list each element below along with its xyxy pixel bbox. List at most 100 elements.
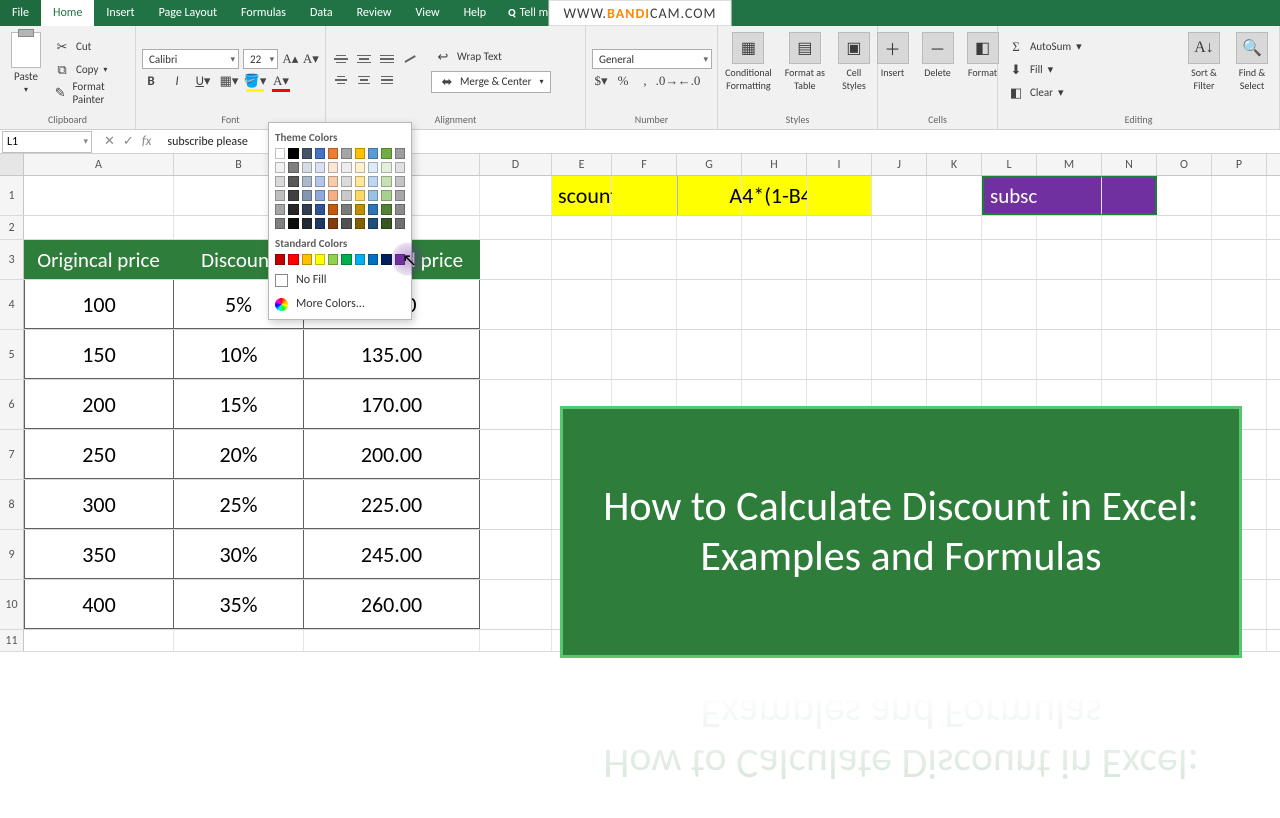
cell-E2[interactable] [552,216,612,239]
color-swatch[interactable] [368,204,378,215]
color-swatch[interactable] [341,254,351,265]
find-select-button[interactable]: 🔍Find & Select [1231,30,1273,109]
color-swatch[interactable] [368,254,378,265]
cell-D2[interactable] [480,216,552,239]
cell-P2[interactable] [1212,216,1267,239]
row-4[interactable]: 4 [0,280,24,329]
cut-button[interactable]: ✂Cut [50,37,129,57]
color-swatch[interactable] [395,162,405,173]
cell-O5[interactable] [1157,330,1212,379]
enter-fx-icon[interactable]: ✓ [123,134,134,149]
cell-G5[interactable] [677,330,742,379]
color-swatch[interactable] [381,218,391,229]
cell-B11[interactable] [174,630,304,651]
color-swatch[interactable] [395,204,405,215]
cell-D8[interactable] [480,480,552,529]
cell-C6[interactable]: 170.00 [304,380,480,429]
col-O[interactable]: O [1157,154,1212,175]
cell-N5[interactable] [1102,330,1157,379]
cell-A6[interactable]: 200 [24,380,174,429]
cell-H1[interactable]: A4*(1-B4) [742,176,807,215]
cell-P5[interactable] [1212,330,1267,379]
italic-button[interactable]: I [168,72,186,90]
cell-A5[interactable]: 150 [24,330,174,379]
col-N[interactable]: N [1102,154,1157,175]
tab-view[interactable]: View [404,0,452,26]
color-swatch[interactable] [288,204,298,215]
color-swatch[interactable] [302,254,312,265]
tab-review[interactable]: Review [345,0,404,26]
cell-K4[interactable] [927,280,982,329]
color-swatch[interactable] [288,162,298,173]
cell-I1[interactable] [807,176,872,215]
cell-N3[interactable] [1102,240,1157,279]
cell-C5[interactable]: 135.00 [304,330,480,379]
comma-icon[interactable]: , [636,72,654,90]
color-swatch[interactable] [355,148,365,159]
row-5[interactable]: 5 [0,330,24,379]
tab-file[interactable]: File [0,0,41,26]
cell-O3[interactable] [1157,240,1212,279]
color-swatch[interactable] [395,190,405,201]
cell-B5[interactable]: 10% [174,330,304,379]
cell-O2[interactable] [1157,216,1212,239]
row-11[interactable]: 11 [0,630,24,651]
color-swatch[interactable] [288,254,298,265]
cell-styles-button[interactable]: ▣Cell Styles [833,30,875,109]
cell-K2[interactable] [927,216,982,239]
color-swatch[interactable] [355,204,365,215]
color-swatch[interactable] [315,162,325,173]
color-swatch[interactable] [381,190,391,201]
color-swatch[interactable] [302,204,312,215]
color-swatch[interactable] [381,162,391,173]
cell-D5[interactable] [480,330,552,379]
cell-D10[interactable] [480,580,552,629]
cell-B10[interactable]: 35% [174,580,304,629]
cell-L5[interactable] [982,330,1037,379]
cell-A1[interactable] [24,176,174,215]
cell-A4[interactable]: 100 [24,280,174,329]
cell-P1[interactable] [1212,176,1267,215]
color-swatch[interactable] [368,162,378,173]
cell-K1[interactable] [927,176,982,215]
number-format-dropdown[interactable]: General [592,49,712,69]
col-J[interactable]: J [872,154,927,175]
cell-G3[interactable] [677,240,742,279]
fx-icon[interactable]: fx [142,134,152,149]
more-colors-option[interactable]: More Colors... [275,292,405,316]
row-8[interactable]: 8 [0,480,24,529]
tab-formulas[interactable]: Formulas [229,0,298,26]
color-swatch[interactable] [275,148,285,159]
autosum-button[interactable]: ΣAutoSum▾ [1004,37,1177,57]
underline-button[interactable]: U▾ [194,72,212,90]
color-swatch[interactable] [275,190,285,201]
tab-home[interactable]: Home [41,0,94,26]
col-E[interactable]: E [552,154,612,175]
color-swatch[interactable] [328,148,338,159]
row-3[interactable]: 3 [0,240,24,279]
color-swatch[interactable] [341,218,351,229]
cell-F3[interactable] [612,240,677,279]
decrease-font-icon[interactable]: A▾ [303,50,319,68]
cell-G2[interactable] [677,216,742,239]
col-P[interactable]: P [1212,154,1267,175]
insert-cells-button[interactable]: ＋Insert [872,30,914,109]
col-I[interactable]: I [807,154,872,175]
col-F[interactable]: F [612,154,677,175]
decrease-decimal-icon[interactable]: ←.0 [680,72,698,90]
cell-A7[interactable]: 250 [24,430,174,479]
cell-H5[interactable] [742,330,807,379]
format-painter-button[interactable]: ✎Format Painter [50,83,129,103]
delete-cells-button[interactable]: －Delete [917,30,959,109]
color-swatch[interactable] [275,218,285,229]
fill-button[interactable]: ⬇Fill▾ [1004,60,1177,80]
cell-D1[interactable] [480,176,552,215]
cell-J4[interactable] [872,280,927,329]
conditional-formatting-button[interactable]: ▦Conditional Formatting [720,30,777,109]
color-swatch[interactable] [315,218,325,229]
increase-decimal-icon[interactable]: .0→ [658,72,676,90]
color-swatch[interactable] [275,162,285,173]
color-swatch[interactable] [315,176,325,187]
color-swatch[interactable] [381,204,391,215]
color-swatch[interactable] [328,218,338,229]
